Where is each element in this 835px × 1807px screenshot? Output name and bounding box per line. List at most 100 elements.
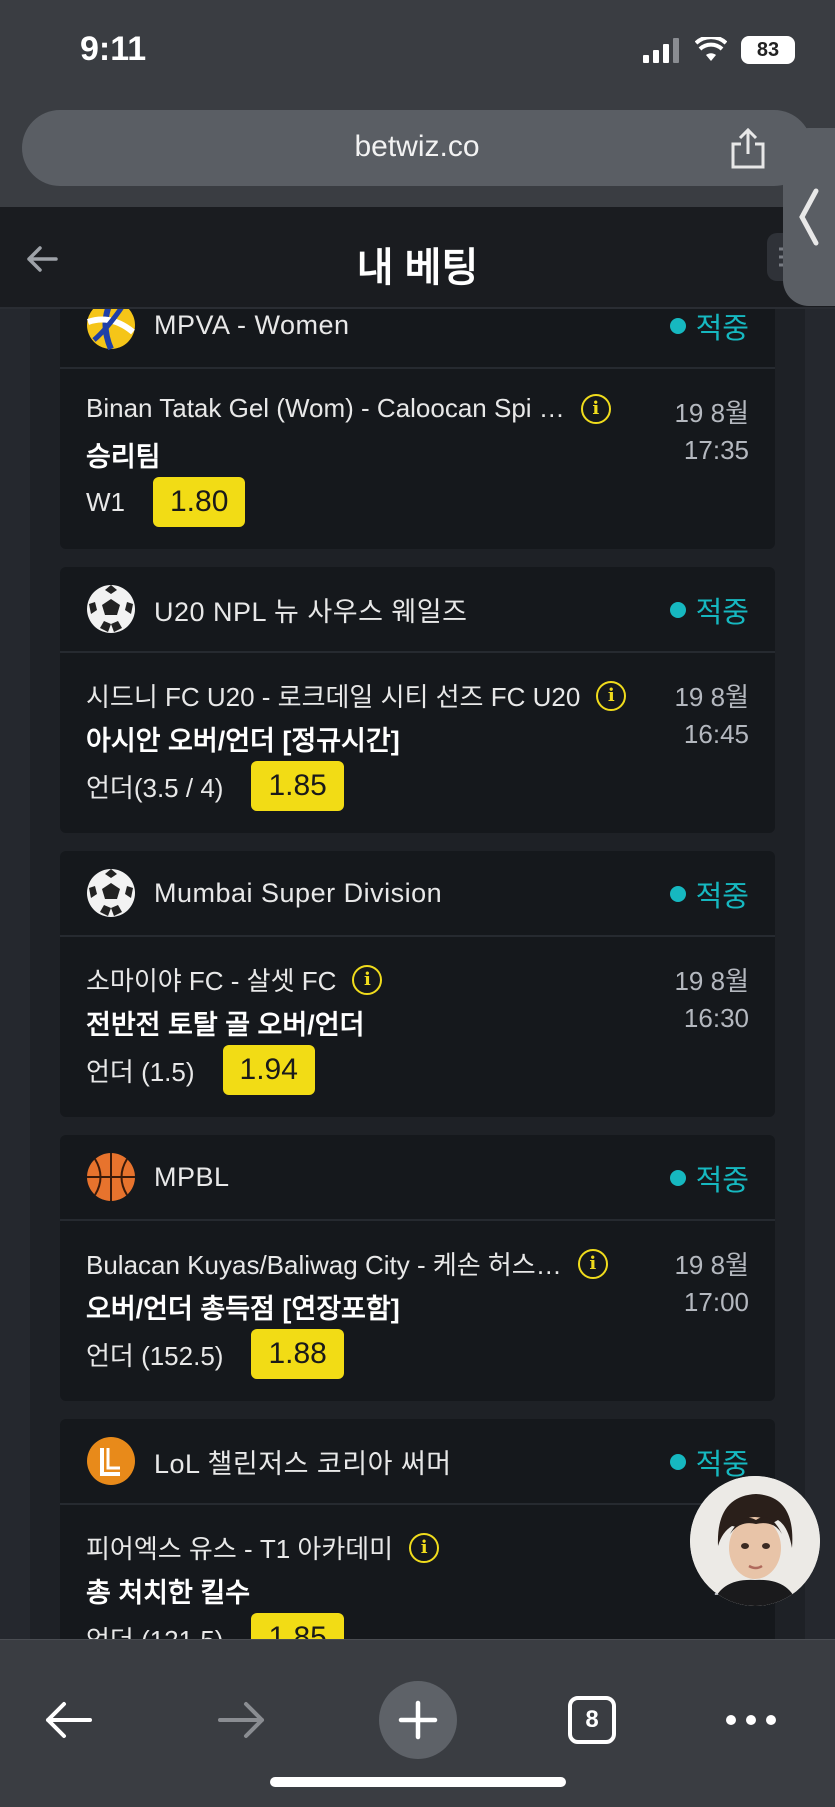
league-name: MPVA - Women: [154, 309, 350, 340]
match-name: 시드니 FC U20 - 로크데일 시티 선즈 FC U20 i: [86, 677, 627, 714]
pick-label: W1: [86, 486, 125, 517]
plus-icon: [398, 1700, 438, 1740]
wifi-icon: [695, 37, 727, 61]
share-icon[interactable]: [728, 126, 768, 170]
soccer-ball-icon: [86, 868, 136, 918]
bet-card-body: 시드니 FC U20 - 로크데일 시티 선즈 FC U20 i 아시안 오버/언더…: [60, 653, 775, 833]
market-name: 총 처치한 킬수: [86, 1578, 251, 1608]
status-text: 적중: [695, 1165, 749, 1197]
browser-toolbar: 8: [0, 1639, 835, 1807]
pick-row: W1 1.80: [86, 477, 246, 527]
status-bar: 9:11 83: [0, 0, 835, 100]
odds-badge: 1.88: [251, 1329, 344, 1379]
status-dot: [669, 1454, 686, 1470]
status-dot: [669, 1170, 686, 1186]
chat-avatar-button[interactable]: [690, 1476, 820, 1606]
info-icon[interactable]: i: [580, 393, 611, 424]
browser-back-button[interactable]: [32, 1684, 104, 1756]
more-menu-button[interactable]: [715, 1684, 787, 1756]
market-name: 승리팀: [86, 442, 161, 472]
info-icon[interactable]: i: [352, 964, 383, 995]
status-text: 적중: [695, 313, 749, 345]
status-icons: 83: [643, 36, 795, 64]
pick-label: 언더 (152.5): [86, 1340, 224, 1371]
status-time: 9:11: [80, 30, 147, 68]
bet-card[interactable]: LoL 챌린저스 코리아 써머 적중피어엑스 유스 - T1 아카데미 i 총 처치한…: [60, 1419, 775, 1639]
match-name: Binan Tatak Gel (Wom) - Caloocan Spi … i: [86, 393, 611, 424]
bet-card-body: 소마이야 FC - 살셋 FC i 전반전 토탈 골 오버/언더언더 (1.5) 1.…: [60, 937, 775, 1117]
browser-chrome: 9:11 83 betwiz.co: [0, 0, 835, 207]
chevron-left-icon: [799, 188, 819, 246]
arrow-left-icon: [46, 1702, 92, 1738]
tab-count-badge: 8: [568, 1696, 616, 1744]
bet-list-viewport[interactable]: MPVA - Women 적중 Binan Tatak Gel (Wom) - Ca…: [0, 309, 835, 1639]
battery-indicator: 83: [741, 36, 795, 64]
pick-row: 언더 (121.5) 1.85: [86, 1613, 344, 1639]
tabs-button[interactable]: 8: [556, 1684, 628, 1756]
bet-card-header: U20 NPL 뉴 사우스 웨일즈 적중: [60, 567, 775, 653]
basketball-icon: [86, 1152, 136, 1202]
browser-forward-button[interactable]: [206, 1684, 278, 1756]
soccer-ball-icon: [86, 584, 136, 634]
status-text: 적중: [695, 597, 749, 629]
odds-badge: 1.80: [153, 477, 246, 527]
signal-icon: [643, 38, 679, 63]
bet-list-panel: MPVA - Women 적중 Binan Tatak Gel (Wom) - Ca…: [30, 309, 805, 1639]
event-time: 16:45: [683, 719, 749, 749]
match-text: 시드니 FC U20 - 로크데일 시티 선즈 FC U20: [86, 682, 581, 712]
info-icon[interactable]: i: [577, 1248, 608, 1279]
event-date: 19 8월: [674, 1250, 749, 1280]
bet-card[interactable]: U20 NPL 뉴 사우스 웨일즈 적중 시드니 FC U20 - 로크데일 시티 …: [60, 567, 775, 833]
match-text: 소마이야 FC - 살셋 FC: [86, 966, 337, 996]
lol-icon: [86, 1436, 136, 1486]
status-badge: 적중: [669, 309, 749, 369]
event-time: 16:30: [683, 1003, 749, 1033]
match-text: Binan Tatak Gel (Wom) - Caloocan Spi …: [86, 393, 565, 423]
event-date: 19 8월: [674, 398, 749, 428]
pick-row: 언더 (1.5) 1.94: [86, 1045, 315, 1095]
pick-label: 언더 (1.5): [86, 1056, 195, 1087]
match-name: 소마이야 FC - 살셋 FC i: [86, 961, 383, 998]
pick-label: 언더 (121.5): [86, 1620, 223, 1640]
match-name: Bulacan Kuyas/Baliwag City - 케손 허스… i: [86, 1245, 608, 1282]
new-tab-button[interactable]: [379, 1681, 457, 1759]
event-date: 19 8월: [674, 966, 749, 996]
bet-card[interactable]: MPBL 적중 Bulacan Kuyas/Baliwag City - 케손 허스…: [60, 1135, 775, 1401]
pick-row: 언더(3.5 / 4) 1.85: [86, 761, 344, 811]
bet-feed: MPVA - Women 적중 Binan Tatak Gel (Wom) - Ca…: [60, 309, 775, 1639]
match-text: 피어엑스 유스 - T1 아카데미: [86, 1534, 394, 1564]
info-icon[interactable]: i: [596, 680, 627, 711]
status-text: 적중: [695, 881, 749, 913]
volleyball-icon: [86, 309, 136, 351]
app-header: 내 베팅: [0, 207, 835, 309]
pick-row: 언더 (152.5) 1.88: [86, 1329, 344, 1379]
bet-card-header: LoL 챌린저스 코리아 써머 적중: [60, 1419, 775, 1505]
url-text[interactable]: betwiz.co: [22, 130, 812, 164]
info-icon[interactable]: i: [409, 1532, 440, 1563]
ellipsis-icon: [726, 1715, 776, 1725]
league-name: Mumbai Super Division: [154, 877, 443, 908]
league-name: LoL 챌린저스 코리아 써머: [154, 1448, 452, 1479]
bet-card[interactable]: Mumbai Super Division 적중 소마이야 FC - 살셋 FC i 전…: [60, 851, 775, 1117]
side-panel-handle[interactable]: [783, 128, 835, 306]
match-name: 피어엑스 유스 - T1 아카데미 i: [86, 1529, 440, 1566]
bet-card-body: 피어엑스 유스 - T1 아카데미 i 총 처치한 킬수언더 (121.5) 1.85…: [60, 1505, 775, 1639]
event-time: 17:35: [683, 435, 749, 465]
league-name: MPBL: [154, 1161, 230, 1192]
pick-label: 언더(3.5 / 4): [86, 772, 224, 803]
status-dot: [669, 318, 686, 334]
market-name: 전반전 토탈 골 오버/언더: [86, 1010, 365, 1040]
bet-card-header: MPVA - Women 적중: [60, 309, 775, 369]
status-dot: [669, 602, 686, 618]
bet-card-header: Mumbai Super Division 적중: [60, 851, 775, 937]
status-badge: 적중: [669, 1135, 749, 1221]
odds-badge: 1.85: [251, 1613, 344, 1639]
market-name: 오버/언더 총득점 [연장포함]: [86, 1294, 400, 1324]
event-time: 17:00: [683, 1287, 749, 1317]
address-bar[interactable]: betwiz.co: [22, 110, 812, 186]
bet-card[interactable]: MPVA - Women 적중 Binan Tatak Gel (Wom) - Ca…: [60, 309, 775, 549]
bet-card-body: Bulacan Kuyas/Baliwag City - 케손 허스… i 오버/언…: [60, 1221, 775, 1401]
market-name: 아시안 오버/언더 [정규시간]: [86, 726, 400, 756]
status-dot: [669, 886, 686, 902]
page-title: 내 베팅: [356, 246, 479, 290]
